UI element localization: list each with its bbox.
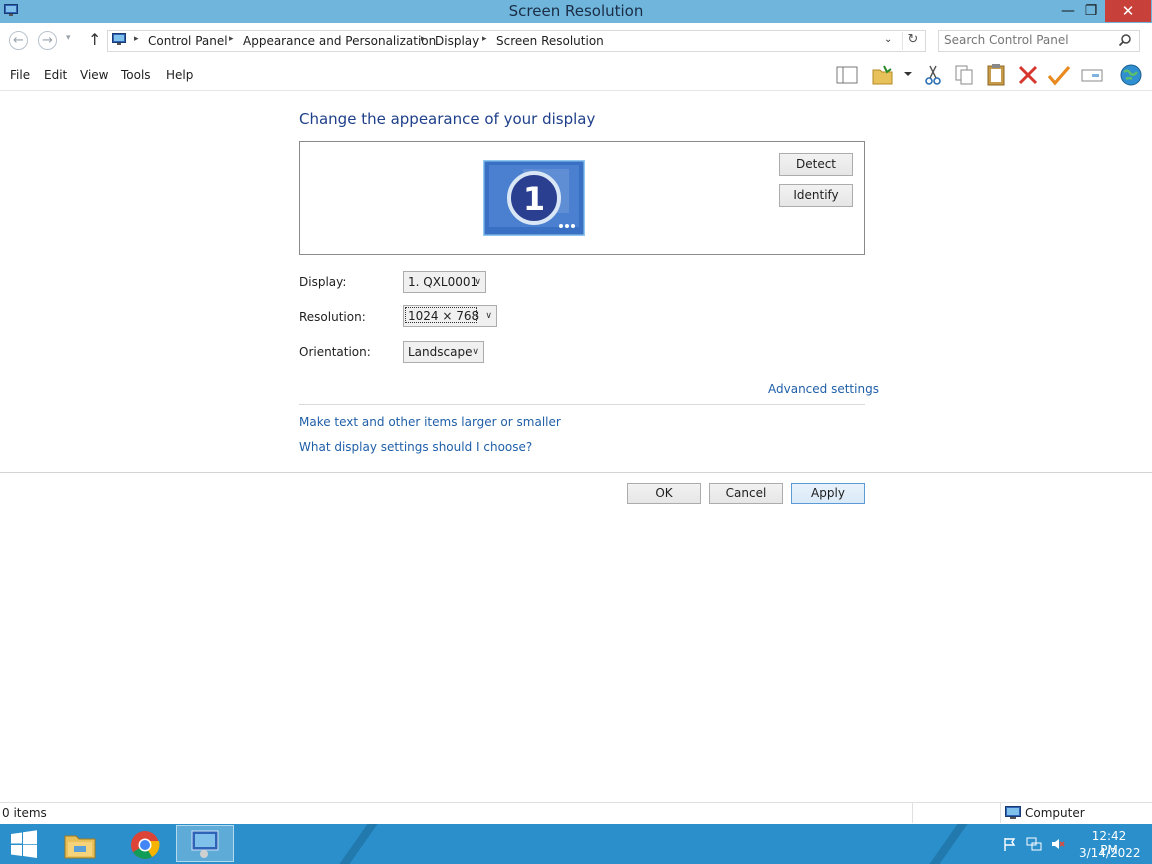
globe-icon[interactable]: [1118, 62, 1144, 88]
divider: [299, 404, 865, 405]
breadcrumb-appearance-personalization[interactable]: Appearance and Personalization: [243, 34, 436, 48]
monitor-1-thumbnail[interactable]: 1: [482, 159, 586, 237]
control-panel-icon: [191, 830, 219, 858]
back-button[interactable]: ←: [9, 31, 28, 50]
taskbar: [0, 824, 1152, 864]
address-dropdown-chevron-icon[interactable]: ⌄: [884, 34, 892, 45]
monitor-number: 1: [523, 180, 545, 218]
control-panel-taskbar-button[interactable]: [176, 825, 234, 862]
checkmark-icon[interactable]: [1046, 62, 1072, 88]
ok-button[interactable]: OK: [627, 483, 701, 504]
identify-button[interactable]: Identify: [779, 184, 853, 207]
cut-icon[interactable]: [920, 62, 946, 88]
windows-start-icon[interactable]: [10, 830, 38, 858]
display-label: Display:: [299, 275, 347, 289]
network-icon[interactable]: [1026, 836, 1042, 852]
menu-view[interactable]: View: [80, 68, 108, 82]
file-explorer-icon[interactable]: [62, 828, 98, 862]
cancel-button[interactable]: Cancel: [709, 483, 783, 504]
breadcrumb-control-panel[interactable]: Control Panel: [148, 34, 228, 48]
menu-edit[interactable]: Edit: [44, 68, 67, 82]
chrome-icon[interactable]: [128, 828, 162, 862]
status-bar: [0, 802, 1152, 825]
display-settings-help-link[interactable]: What display settings should I choose?: [299, 440, 532, 454]
status-item-count: 0 items: [2, 806, 47, 820]
maximize-button[interactable]: ❐: [1075, 0, 1107, 22]
status-location: Computer: [1025, 806, 1085, 820]
computer-icon: [1005, 806, 1021, 819]
orientation-label: Orientation:: [299, 345, 371, 359]
breadcrumb-separator[interactable]: ▸: [482, 34, 487, 44]
chevron-down-icon: ∨: [474, 277, 481, 287]
page-heading: Change the appearance of your display: [299, 110, 596, 128]
copy-icon[interactable]: [951, 62, 977, 88]
breadcrumb-separator[interactable]: ▸: [421, 34, 426, 44]
resolution-label: Resolution:: [299, 310, 366, 324]
breadcrumb-separator[interactable]: ▸: [134, 34, 139, 44]
search-input[interactable]: [944, 33, 1114, 47]
orientation-select[interactable]: Landscape ∨: [403, 341, 484, 363]
display-select-value: 1. QXL0001: [408, 275, 479, 289]
folder-properties-dropdown-icon[interactable]: [903, 70, 913, 78]
menu-tools[interactable]: Tools: [121, 68, 151, 82]
chevron-down-icon: ∨: [472, 347, 479, 357]
display-select[interactable]: 1. QXL0001 ∨: [403, 271, 486, 293]
rename-icon[interactable]: [1079, 62, 1105, 88]
breadcrumb-display[interactable]: Display: [435, 34, 479, 48]
detect-button[interactable]: Detect: [779, 153, 853, 176]
menu-help[interactable]: Help: [166, 68, 193, 82]
text-size-link[interactable]: Make text and other items larger or smal…: [299, 415, 561, 429]
orientation-select-value: Landscape: [408, 345, 473, 359]
action-center-flag-icon[interactable]: [1002, 836, 1018, 852]
divider: [912, 803, 913, 823]
control-panel-icon: [112, 33, 126, 45]
up-button[interactable]: ↑: [88, 30, 101, 49]
volume-muted-icon[interactable]: [1050, 836, 1066, 852]
breadcrumb-separator[interactable]: ▸: [229, 34, 234, 44]
chevron-down-icon: ∨: [485, 311, 492, 321]
forward-button[interactable]: →: [38, 31, 57, 50]
delete-icon[interactable]: [1015, 62, 1041, 88]
divider: [1000, 803, 1001, 823]
recent-locations-button[interactable]: ▾: [66, 33, 71, 43]
refresh-icon[interactable]: ↻: [902, 32, 923, 50]
close-button[interactable]: ✕: [1105, 0, 1151, 22]
breadcrumb-screen-resolution[interactable]: Screen Resolution: [496, 34, 604, 48]
clock-date[interactable]: 3/14/2022: [1079, 846, 1141, 860]
advanced-settings-link[interactable]: Advanced settings: [768, 382, 879, 396]
window-title: Screen Resolution: [508, 2, 644, 20]
folder-properties-icon[interactable]: [870, 62, 896, 88]
divider: [0, 472, 1152, 473]
apply-button[interactable]: Apply: [791, 483, 865, 504]
search-icon[interactable]: [1118, 33, 1132, 47]
preview-pane-icon[interactable]: [834, 62, 860, 88]
paste-icon[interactable]: [983, 62, 1009, 88]
menu-file[interactable]: File: [10, 68, 30, 82]
monitor-icon: 1: [482, 159, 586, 237]
focus-rectangle: [405, 307, 477, 323]
